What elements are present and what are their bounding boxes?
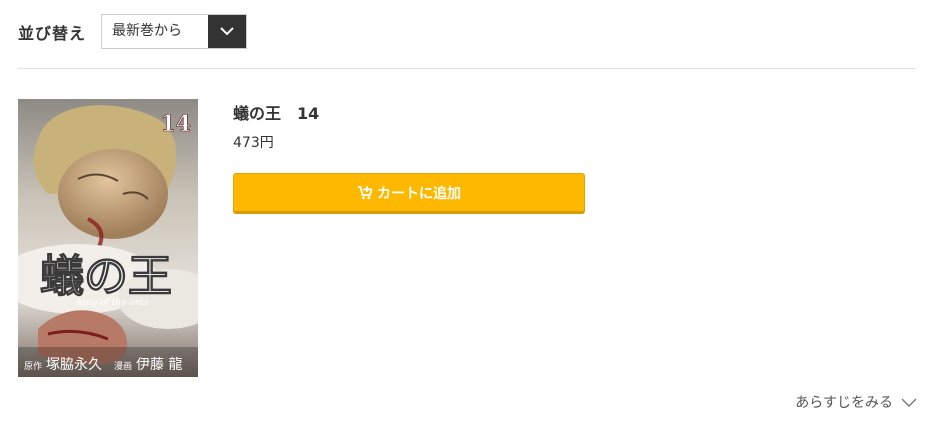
synopsis-label: あらすじをみる	[795, 395, 893, 411]
sort-bar: 並び替え 最新巻から	[18, 14, 248, 49]
add-to-cart-button[interactable]: カートに追加	[233, 173, 585, 214]
product-price: 473円	[233, 135, 274, 151]
product-title[interactable]: 蟻の王 14	[233, 100, 319, 124]
divider	[18, 68, 917, 69]
cover-credit-original: 塚脇永久	[46, 357, 102, 373]
synopsis-toggle[interactable]: あらすじをみる	[795, 392, 917, 412]
cover-credit-art: 伊藤 龍	[136, 356, 182, 373]
cover-credit-original-role: 原作	[24, 360, 42, 372]
cover-logo-text: 蟻の王	[40, 251, 172, 302]
cover-volume-number: 14	[160, 111, 191, 137]
sort-selected-value[interactable]: 最新巻から	[102, 15, 209, 48]
add-to-cart-label: カートに追加	[377, 185, 461, 202]
chevron-down-icon	[901, 398, 917, 407]
sort-select[interactable]: 最新巻から	[101, 14, 248, 49]
cover-subtitle: king of the ants	[77, 298, 149, 308]
chevron-down-icon	[220, 27, 234, 36]
cover-credit-art-role: 漫画	[114, 360, 132, 372]
sort-toggle-button[interactable]	[208, 15, 247, 48]
book-cover[interactable]: 14 蟻の王 king of the ants 原作 塚脇永久 漫画 伊藤 龍	[18, 99, 198, 377]
sort-label: 並び替え	[18, 23, 87, 43]
cart-plus-icon	[357, 185, 373, 200]
